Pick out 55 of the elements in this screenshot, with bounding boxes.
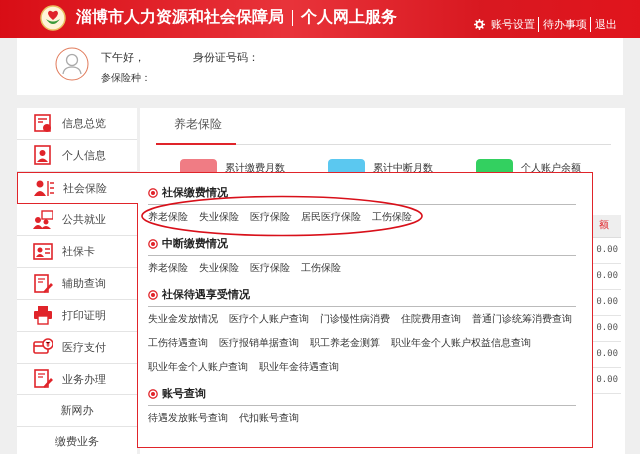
target-icon [148, 290, 158, 300]
people-chat-icon [33, 210, 53, 230]
menu-link[interactable]: 职业年金个人账户查询 [148, 360, 248, 374]
menu-link[interactable]: 工伤保险 [372, 210, 412, 224]
user-list-icon [34, 178, 54, 198]
menu-link[interactable]: 医疗保险 [250, 210, 290, 224]
menu-link[interactable]: 居民医疗保险 [301, 210, 361, 224]
stat-label: 累计缴费月数 [225, 162, 285, 175]
id-card-icon [33, 145, 53, 166]
menu-link[interactable]: 失业保险 [199, 261, 239, 275]
menu-link[interactable]: 失业金发放情况 [148, 312, 218, 326]
target-icon [148, 188, 158, 198]
header-link[interactable]: 待办事项 [543, 16, 591, 32]
menu-link[interactable]: 失业保险 [199, 210, 239, 224]
menu-link[interactable]: 待遇发放账号查询 [148, 411, 228, 425]
section-title: 社保待遇享受情况 [162, 287, 250, 302]
target-icon [148, 388, 158, 398]
menu-link[interactable]: 普通门诊统筹消费查询 [472, 312, 572, 326]
stat-label: 累计中断月数 [373, 162, 433, 175]
menu-link[interactable]: 工伤待遇查询 [148, 336, 208, 350]
avatar-icon [55, 47, 89, 81]
section-title: 中断缴费情况 [162, 236, 228, 251]
pencil-note-icon [33, 274, 53, 294]
site-title: 淄博市人力资源和社会保障局 [76, 7, 284, 28]
logo-icon [40, 4, 66, 30]
menu-link[interactable]: 工伤保险 [301, 261, 341, 275]
menu-link[interactable]: 代扣账号查询 [239, 411, 299, 425]
menu-link[interactable]: 门诊慢性病消费 [320, 312, 390, 326]
site-subtitle: 个人网上服务 [301, 7, 397, 28]
printer-icon [33, 305, 53, 326]
menu-link[interactable]: 养老保险 [148, 210, 188, 224]
header-link[interactable]: 退出 [595, 16, 620, 32]
menu-link[interactable]: 职业年金个人账户权益信息查询 [391, 336, 531, 350]
sidebar-item[interactable]: 社会保险 [17, 172, 138, 204]
id-number-label: 身份证号码： [193, 50, 259, 65]
stat-label: 个人账户余额 [521, 162, 581, 175]
menu-link[interactable]: 医疗个人账户查询 [229, 312, 309, 326]
section-title: 账号查询 [162, 386, 206, 401]
menu-link[interactable]: 医疗报销单据查询 [219, 336, 299, 350]
menu-link[interactable]: 医疗保险 [250, 261, 290, 275]
pencil-note-icon [33, 369, 53, 390]
menu-link[interactable]: 养老保险 [148, 261, 188, 275]
section-title: 社保缴费情况 [162, 185, 228, 200]
greeting-text: 下午好， [101, 50, 145, 65]
header-link[interactable]: 账号设置 [491, 16, 539, 32]
menu-link[interactable]: 职业年金待遇查询 [259, 360, 339, 374]
insurance-label: 参保险种： [101, 72, 152, 85]
tab[interactable]: 养老保险 [156, 108, 236, 145]
document-icon [33, 113, 53, 134]
settings-icon[interactable] [474, 18, 485, 30]
target-icon [148, 238, 158, 248]
menu-link[interactable]: 职工养老金测算 [310, 336, 380, 350]
menu-link[interactable]: 住院费用查询 [401, 312, 461, 326]
sidebar-item[interactable]: 业务办理 [17, 364, 137, 396]
card-user-icon [33, 242, 53, 262]
